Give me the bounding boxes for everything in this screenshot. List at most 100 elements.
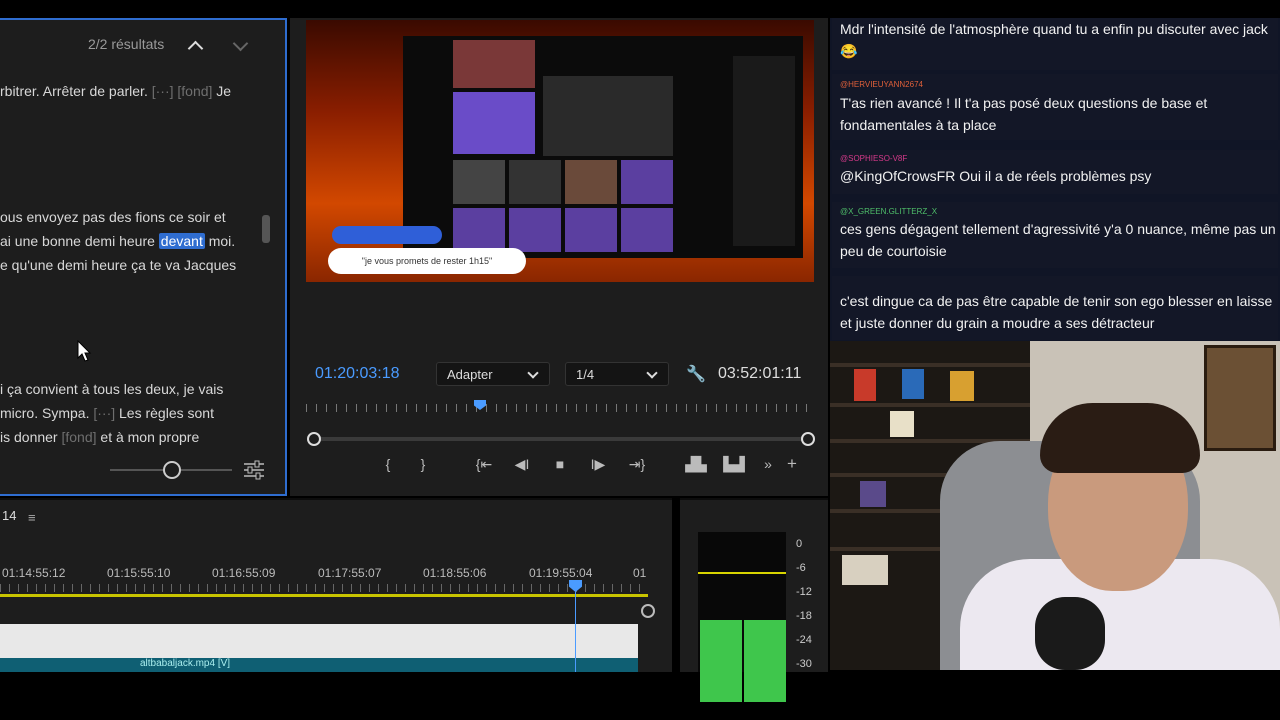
timeline-ruler[interactable]	[0, 584, 648, 592]
shelf-item	[860, 481, 886, 507]
db-label: -18	[796, 610, 812, 622]
sequence-menu-icon[interactable]: ≡	[28, 510, 36, 525]
side-chat-column	[733, 56, 795, 246]
participant-tile	[509, 160, 561, 204]
transcript-scrollbar[interactable]	[262, 215, 270, 243]
db-label: 0	[796, 538, 803, 550]
playback-resolution-select[interactable]: 1/4	[565, 362, 669, 386]
transcript-zoom-knob[interactable]	[163, 461, 181, 479]
extract-button[interactable]: ▙▟	[722, 456, 746, 473]
audio-meter-panel: 0 -6 -12 -18 -24 -30	[680, 498, 828, 702]
video-frame[interactable]: "je vous promets de rester 1h15"	[306, 20, 814, 282]
sequence-tab-label[interactable]: 14	[2, 508, 16, 523]
transcript-search-bar: 2/2 résultats	[0, 20, 285, 70]
participant-tile	[453, 208, 505, 252]
transcript-line[interactable]: rbitrer. Arrêter de parler. [···] [fond]…	[0, 83, 231, 99]
clip-label: altbabaljack.mp4 [V]	[140, 658, 231, 669]
chat-message-text: ces gens dégagent tellement d'agressivit…	[840, 221, 1276, 259]
scrollbar-start-handle[interactable]	[307, 432, 321, 446]
settings-sliders-icon[interactable]	[242, 460, 266, 480]
participant-tile	[453, 92, 535, 154]
search-result-count: 2/2 résultats	[88, 36, 165, 52]
chat-message-text: c'est dingue ca de pas être capable de t…	[840, 293, 1273, 331]
next-result-chevron-down-icon[interactable]	[232, 35, 249, 52]
sequence-duration: 03:52:01:11	[718, 365, 802, 382]
db-label: -6	[796, 562, 806, 574]
chat-message: @SOPHIESO-V8F @KingOfCrowsFR Oui il a de…	[832, 150, 1278, 194]
meter-peak-line	[698, 572, 786, 574]
playhead-timecode[interactable]: 01:20:03:18	[315, 365, 400, 383]
chat-message: Mdr l'intensité de l'atmosphère quand tu…	[832, 18, 1278, 70]
timeline-timecode: 01:18:55:06	[423, 566, 487, 580]
mark-out-button[interactable]: }	[411, 456, 435, 472]
timeline-playhead-line	[575, 580, 576, 672]
step-back-button[interactable]: ◀I	[510, 456, 534, 473]
transcript-line[interactable]: ous envoyez pas des fions ce soir et	[0, 209, 226, 225]
transcript-line[interactable]: ai une bonne demi heure devant moi.	[0, 233, 235, 249]
program-monitor: "je vous promets de rester 1h15" 01:20:0…	[290, 18, 828, 496]
chat-username: @X_GREEN.GLITTERZ_X	[840, 207, 938, 216]
stop-button[interactable]: ■	[548, 456, 572, 472]
transcript-line[interactable]: i ça convient à tous les deux, je vais	[0, 381, 223, 397]
transcript-panel: 2/2 résultats rbitrer. Arrêter de parler…	[0, 18, 287, 496]
timeline-timecode: 01:14:55:12	[2, 566, 66, 580]
timeline-panel: 14 ≡ 01:14:55:12 01:15:55:10 01:16:55:09…	[0, 498, 672, 672]
chevron-down-icon	[527, 367, 539, 379]
meter-bar-right	[744, 620, 786, 702]
chat-message-text: Mdr l'intensité de l'atmosphère quand tu…	[840, 21, 1268, 59]
shelf-item	[902, 369, 924, 399]
shelf-item	[842, 555, 888, 585]
participant-tile	[453, 160, 505, 204]
participant-tile	[453, 40, 535, 88]
timeline-timecode: 01	[633, 566, 647, 580]
timeline-timecode: 01:15:55:10	[107, 566, 171, 580]
db-label: -30	[796, 658, 812, 670]
fit-zoom-select[interactable]: Adapter	[436, 362, 550, 386]
participant-tile	[621, 208, 673, 252]
go-to-in-button[interactable]: {⇤	[472, 456, 496, 473]
timeline-scroll-knob[interactable]	[641, 604, 655, 618]
previous-result-chevron-up-icon[interactable]	[187, 40, 204, 57]
play-button[interactable]: I▶	[586, 456, 610, 473]
chat-message: @X_GREEN.GLITTERZ_X ces gens dégagent te…	[832, 202, 1278, 268]
wall-poster	[1204, 345, 1276, 451]
mouse-cursor-icon	[77, 340, 92, 362]
streamer-hair	[1040, 403, 1200, 473]
go-to-out-button[interactable]: ⇥}	[625, 456, 649, 473]
mark-in-button[interactable]: {	[376, 456, 400, 472]
db-label: -24	[796, 634, 812, 646]
chat-username: @HERVIEUYANN2674	[840, 80, 923, 89]
webcam-feed	[830, 341, 1280, 670]
chat-message: @HERVIEUYANN2674 T'as rien avancé ! Il t…	[832, 74, 1278, 140]
chevron-down-icon	[646, 367, 658, 379]
transcript-line[interactable]: micro. Sympa. [···] Les règles sont	[0, 405, 214, 421]
lift-button[interactable]: ▟▙	[684, 456, 708, 473]
video-track[interactable]	[0, 624, 638, 658]
timeline-timecode: 01:19:55:04	[529, 566, 593, 580]
shared-screen	[543, 76, 673, 156]
scrollbar-end-handle[interactable]	[801, 432, 815, 446]
audio-meter	[698, 532, 786, 702]
shelf-item	[890, 411, 914, 437]
monitor-zoom-scrollbar[interactable]	[314, 437, 808, 441]
participant-tile	[565, 160, 617, 204]
transcript-line[interactable]: e qu'une demi heure ça te va Jacques	[0, 257, 236, 273]
wrench-settings-icon[interactable]: 🔧	[686, 364, 706, 384]
chat-username: @SOPHIESO-V8F	[840, 154, 908, 163]
participant-tile	[509, 208, 561, 252]
more-controls-button[interactable]: »	[756, 456, 780, 472]
db-label: -12	[796, 586, 812, 598]
add-button-editor-button[interactable]: +	[780, 454, 804, 474]
participant-tile	[565, 208, 617, 252]
transcript-line[interactable]: is donner [fond] et à mon propre	[0, 429, 199, 445]
participant-tile	[621, 160, 673, 204]
shelf-board	[830, 403, 1030, 407]
meter-bar-left	[700, 620, 742, 702]
work-area-bar[interactable]	[0, 594, 648, 597]
speaker-name-pill	[332, 226, 442, 244]
shelf-item	[854, 369, 876, 401]
timeline-clip[interactable]: altbabaljack.mp4 [V]	[0, 658, 638, 672]
search-highlight: devant	[158, 233, 205, 249]
microphone	[1035, 597, 1105, 670]
monitor-time-ruler[interactable]	[306, 398, 808, 414]
